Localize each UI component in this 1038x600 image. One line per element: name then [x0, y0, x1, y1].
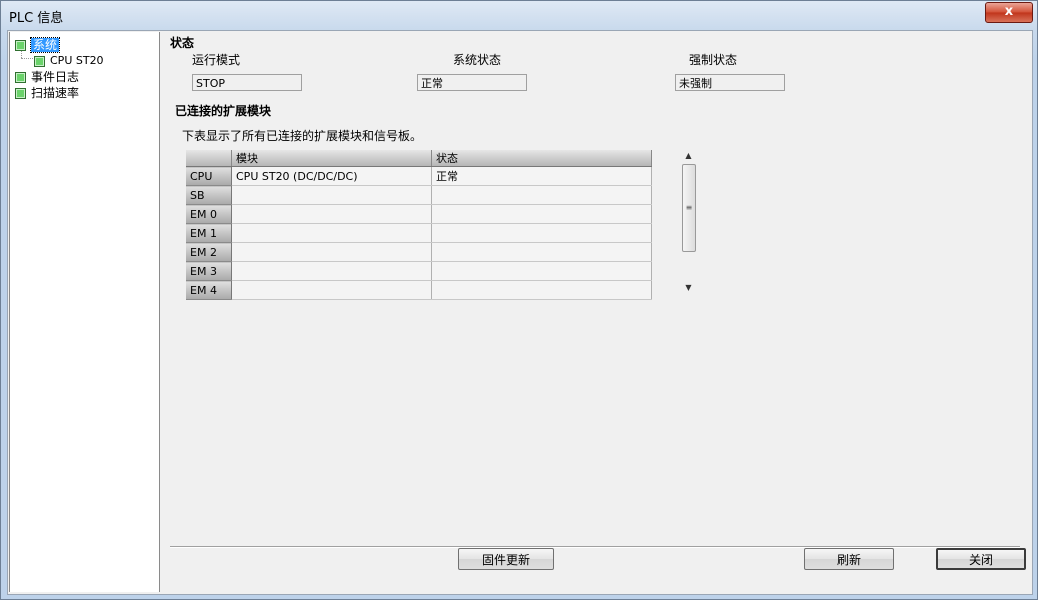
slot-cell: SB [186, 185, 232, 205]
table-row[interactable]: CPU CPU ST20 (DC/DC/DC) 正常 [186, 166, 652, 186]
close-button[interactable]: 关闭 [936, 548, 1026, 570]
slot-cell: CPU [186, 166, 232, 186]
slot-cell: EM 0 [186, 204, 232, 224]
scroll-down-arrow-icon[interactable]: ▼ [680, 282, 697, 294]
slot-cell: EM 2 [186, 242, 232, 262]
plc-info-dialog: PLC 信息 x 系统 CPU ST20 事件日志 扫描速率 状态 运行模式 S… [0, 0, 1038, 600]
tree-item-cpu-st20[interactable]: CPU ST20 [34, 53, 104, 69]
node-icon [15, 40, 26, 51]
refresh-button[interactable]: 刷新 [804, 548, 894, 570]
module-cell [231, 204, 432, 224]
slot-cell: EM 4 [186, 280, 232, 300]
scroll-up-arrow-icon[interactable]: ▲ [680, 150, 697, 162]
module-cell: CPU ST20 (DC/DC/DC) [231, 166, 432, 186]
slot-cell: EM 1 [186, 223, 232, 243]
slot-cell: EM 3 [186, 261, 232, 281]
node-icon [34, 55, 45, 67]
scrollbar-thumb[interactable]: ≡ [682, 164, 696, 252]
module-cell [231, 261, 432, 281]
module-cell [231, 280, 432, 300]
system-status-label: 系统状态 [453, 53, 502, 67]
run-mode-label: 运行模式 [192, 53, 241, 67]
modules-table: 模块 状态 CPU CPU ST20 (DC/DC/DC) 正常 SB EM 0… [186, 150, 652, 300]
close-window-button[interactable]: x [985, 2, 1033, 23]
table-row[interactable]: EM 3 [186, 261, 652, 281]
tree-item-event-log[interactable]: 事件日志 [15, 69, 79, 85]
tree-item-label: 系统 [29, 37, 61, 53]
status-cell [431, 242, 652, 262]
content-panel: 状态 运行模式 STOP 系统状态 正常 强制状态 未强制 已连接的扩展模块 下… [160, 32, 1030, 592]
status-cell [431, 204, 652, 224]
module-cell [231, 242, 432, 262]
navigation-tree: 系统 CPU ST20 事件日志 扫描速率 [9, 32, 160, 592]
title-bar[interactable]: PLC 信息 x [1, 1, 1037, 29]
node-icon [15, 72, 26, 83]
window-title: PLC 信息 [9, 11, 64, 26]
column-header-slot [186, 150, 232, 167]
table-row[interactable]: EM 1 [186, 223, 652, 243]
table-row[interactable]: EM 0 [186, 204, 652, 224]
dialog-body: 系统 CPU ST20 事件日志 扫描速率 状态 运行模式 STOP 系统状态 … [7, 30, 1033, 595]
modules-description: 下表显示了所有已连接的扩展模块和信号板。 [182, 129, 423, 143]
tree-item-label: 扫描速率 [31, 86, 80, 100]
module-cell [231, 223, 432, 243]
tree-item-scan-rate[interactable]: 扫描速率 [15, 85, 79, 101]
force-status-field: 未强制 [675, 74, 785, 91]
force-status-label: 强制状态 [689, 53, 738, 67]
tree-item-system[interactable]: 系统 [15, 37, 61, 53]
tree-connector [21, 58, 33, 59]
status-cell [431, 185, 652, 205]
status-cell: 正常 [431, 166, 652, 186]
status-cell [431, 261, 652, 281]
tree-item-label: CPU ST20 [50, 54, 104, 67]
module-cell [231, 185, 432, 205]
column-header-status: 状态 [431, 150, 652, 167]
system-status-field: 正常 [417, 74, 527, 91]
run-mode-field: STOP [192, 74, 302, 91]
firmware-update-button[interactable]: 固件更新 [458, 548, 554, 570]
table-row[interactable]: EM 2 [186, 242, 652, 262]
status-heading: 状态 [170, 36, 195, 50]
column-header-module: 模块 [231, 150, 432, 167]
table-row[interactable]: SB [186, 185, 652, 205]
status-cell [431, 280, 652, 300]
modules-heading: 已连接的扩展模块 [175, 104, 272, 118]
node-icon [15, 88, 26, 99]
tree-item-label: 事件日志 [31, 70, 80, 84]
table-header-row: 模块 状态 [186, 150, 652, 167]
modules-scrollbar[interactable]: ▲ ≡ ▼ [680, 150, 697, 296]
table-row[interactable]: EM 4 [186, 280, 652, 300]
status-cell [431, 223, 652, 243]
